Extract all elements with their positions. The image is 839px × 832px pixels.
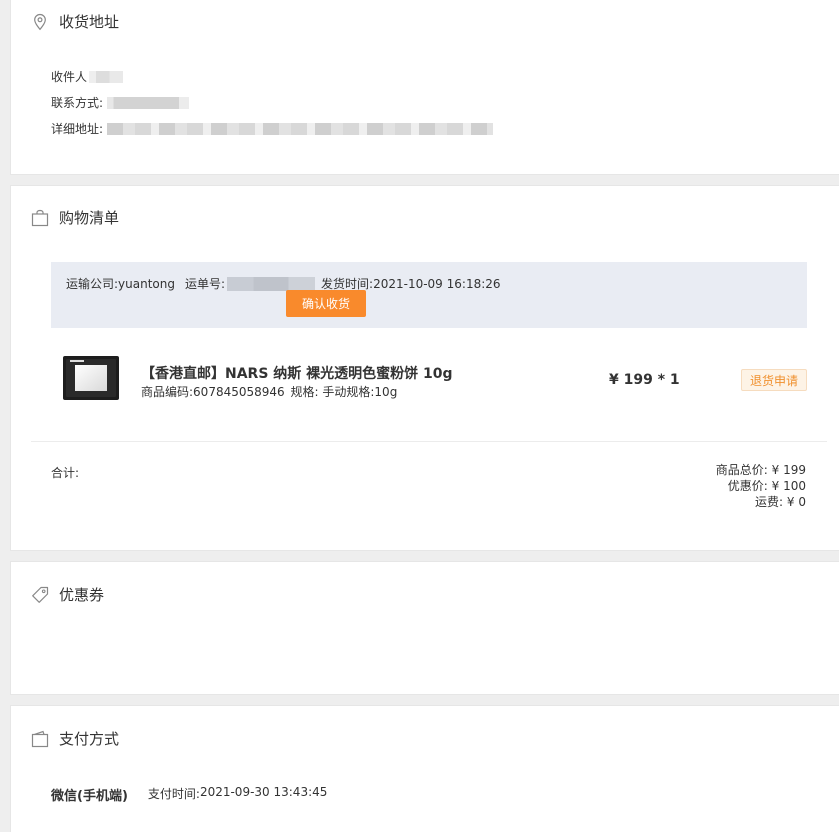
product-meta: 商品编码:607845058946 规格: 手动规格:10g [141, 383, 397, 400]
address-title: 收货地址 [59, 13, 120, 31]
payment-method: 微信(手机端) [51, 789, 128, 804]
return-request-button[interactable]: 退货申请 [741, 369, 807, 391]
recipient-redacted [89, 70, 124, 83]
detail-address-redacted [107, 122, 494, 135]
product-name[interactable]: 【香港直邮】NARS 纳斯 裸光透明色蜜粉饼 10g [141, 363, 453, 383]
shopping-bag-icon [31, 209, 49, 226]
payment-info-line: 微信(手机端) 支付时间: 2021-09-30 13:43:45 [51, 785, 327, 804]
payment-card: 支付方式 微信(手机端) 支付时间: 2021-09-30 13:43:45 [10, 705, 839, 832]
shopping-header: 购物清单 [31, 207, 119, 228]
tracking-label: 运单号: [184, 277, 226, 291]
contact-redacted [107, 96, 190, 109]
shopping-title: 购物清单 [59, 209, 120, 227]
payment-time: 2021-09-30 13:43:45 [199, 785, 328, 799]
shipping-info-box: 运输公司: yuantong 运单号: 发货时间: 2021-10-09 16:… [51, 262, 807, 328]
spec-label: 规格: [290, 385, 319, 399]
product-image[interactable] [62, 354, 120, 402]
coupon-card: 优惠券 [10, 561, 839, 695]
address-card: 收货地址 收件人 联系方式: 详细地址: [10, 0, 839, 175]
coupon-header: 优惠券 [31, 584, 104, 605]
ship-time-value: 2021-10-09 16:18:26 [373, 276, 501, 291]
payment-title: 支付方式 [59, 730, 120, 748]
wallet-icon [31, 730, 49, 747]
product-code: 607845058946 [193, 385, 285, 399]
location-pin-icon [34, 13, 46, 30]
order-summary: 商品总价: ¥ 199 优惠价: ¥ 100 运费: ¥ 0 [716, 462, 806, 510]
product-code-label: 商品编码: [141, 385, 194, 399]
discount-price: 优惠价: ¥ 100 [727, 479, 806, 493]
address-header: 收货地址 [31, 11, 119, 32]
company-label: 运输公司: [66, 277, 119, 291]
coupon-title: 优惠券 [59, 586, 105, 604]
shipping-info-line: 运输公司: yuantong 运单号: 发货时间: 2021-10-09 16:… [66, 275, 501, 292]
total-label: 合计: [51, 466, 80, 480]
spec-value: 手动规格:10g [322, 385, 398, 399]
payment-header: 支付方式 [31, 728, 119, 749]
detail-address-label: 详细地址: [51, 122, 104, 136]
company-value: yuantong [118, 276, 175, 291]
goods-total: 商品总价: ¥ 199 [715, 463, 806, 477]
contact-row: 联系方式: [51, 94, 190, 111]
contact-label: 联系方式: [51, 96, 104, 110]
shopping-list-card: 购物清单 运输公司: yuantong 运单号: 发货时间: 2021-10-0… [10, 185, 839, 551]
recipient-label: 收件人 [51, 70, 88, 84]
recipient-row: 收件人 [51, 68, 124, 85]
detail-address-row: 详细地址: [51, 120, 494, 137]
shipping-fee: 运费: ¥ 0 [755, 495, 806, 509]
confirm-receipt-button[interactable]: 确认收货 [286, 290, 366, 317]
divider [31, 441, 827, 442]
payment-time-label: 支付时间: [147, 787, 200, 801]
product-price-quantity: ¥ 199 * 1 [609, 372, 680, 388]
tracking-number-redacted [227, 276, 316, 291]
tag-icon [32, 586, 49, 603]
